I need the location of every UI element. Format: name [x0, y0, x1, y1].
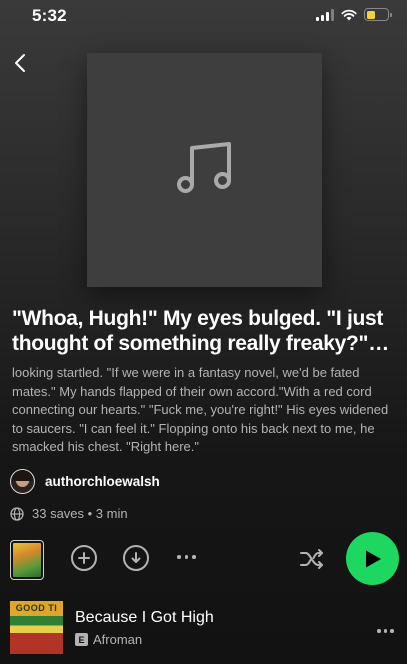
dot: [192, 555, 196, 559]
shuffle-button[interactable]: [299, 546, 325, 572]
plus-icon: [78, 552, 90, 564]
track-subtitle: E Afroman: [75, 632, 142, 647]
episode-cover: [87, 53, 322, 287]
dot: [377, 629, 381, 633]
status-time: 5:32: [32, 6, 67, 25]
battery-level: [366, 10, 375, 19]
episode-meta: 33 saves • 3 min: [10, 506, 128, 521]
signal-icon: [316, 8, 334, 21]
wifi-icon: [341, 9, 357, 20]
add-button[interactable]: [71, 545, 97, 571]
shuffle-icon: [300, 549, 323, 569]
back-button[interactable]: [10, 52, 30, 74]
author-name: authorchloewalsh: [45, 474, 160, 489]
track-title[interactable]: Because I Got High: [75, 609, 214, 627]
globe-icon: [10, 506, 24, 521]
dot: [383, 629, 387, 633]
music-note-icon: [176, 142, 231, 193]
battery-icon: [364, 8, 392, 21]
status-icons: [316, 8, 392, 21]
author-link[interactable]: authorchloewalsh: [10, 469, 160, 494]
dot: [184, 555, 188, 559]
episode-description: looking startled. "If we were in a fanta…: [12, 365, 389, 454]
author-avatar: [10, 469, 35, 494]
preview-art: [13, 543, 41, 577]
track-more-button[interactable]: [377, 625, 394, 637]
explicit-badge: E: [75, 633, 88, 646]
saves-duration: 33 saves • 3 min: [32, 506, 128, 521]
play-icon: [365, 550, 381, 567]
dot: [390, 629, 394, 633]
download-button[interactable]: [123, 545, 149, 571]
play-button[interactable]: [346, 532, 399, 585]
chevron-left-icon: [15, 54, 25, 72]
track-album-art[interactable]: GOOD TI: [10, 601, 63, 654]
track-artist[interactable]: Afroman: [93, 632, 142, 647]
more-options-button[interactable]: [175, 549, 198, 565]
album-art-text: GOOD TI: [15, 603, 58, 613]
track-preview-thumbnail[interactable]: [10, 540, 44, 580]
episode-title: "Whoa, Hugh!" My eyes bulged. "I just th…: [12, 307, 384, 355]
dot: [177, 555, 181, 559]
download-icon: [131, 552, 141, 563]
